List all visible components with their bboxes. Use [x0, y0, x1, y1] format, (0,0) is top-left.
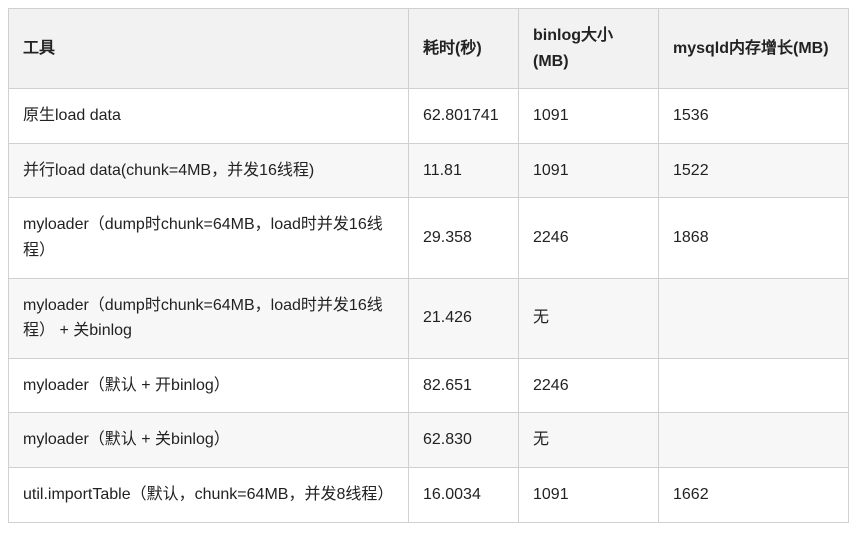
header-mem: mysqld内存增长(MB) [659, 9, 849, 89]
cell-time: 16.0034 [409, 467, 519, 522]
table-row: myloader（dump时chunk=64MB，load时并发16线程） 29… [9, 198, 849, 278]
cell-mem [659, 278, 849, 358]
cell-binlog: 无 [519, 413, 659, 468]
cell-tool: myloader（dump时chunk=64MB，load时并发16线程） + … [9, 278, 409, 358]
cell-tool: 原生load data [9, 89, 409, 144]
cell-binlog: 1091 [519, 143, 659, 198]
cell-tool: 并行load data(chunk=4MB，并发16线程) [9, 143, 409, 198]
cell-tool: util.importTable（默认，chunk=64MB，并发8线程） [9, 467, 409, 522]
cell-mem [659, 358, 849, 413]
cell-binlog: 2246 [519, 198, 659, 278]
table-row: 原生load data 62.801741 1091 1536 [9, 89, 849, 144]
table-row: myloader（dump时chunk=64MB，load时并发16线程） + … [9, 278, 849, 358]
cell-mem: 1522 [659, 143, 849, 198]
table-row: myloader（默认 + 开binlog） 82.651 2246 [9, 358, 849, 413]
header-time: 耗时(秒) [409, 9, 519, 89]
cell-binlog: 2246 [519, 358, 659, 413]
cell-mem: 1868 [659, 198, 849, 278]
table-header-row: 工具 耗时(秒) binlog大小(MB) mysqld内存增长(MB) [9, 9, 849, 89]
cell-tool: myloader（默认 + 关binlog） [9, 413, 409, 468]
cell-time: 62.830 [409, 413, 519, 468]
header-tool: 工具 [9, 9, 409, 89]
cell-mem [659, 413, 849, 468]
table-row: 并行load data(chunk=4MB，并发16线程) 11.81 1091… [9, 143, 849, 198]
cell-time: 29.358 [409, 198, 519, 278]
cell-tool: myloader（dump时chunk=64MB，load时并发16线程） [9, 198, 409, 278]
table-row: util.importTable（默认，chunk=64MB，并发8线程） 16… [9, 467, 849, 522]
header-binlog: binlog大小(MB) [519, 9, 659, 89]
cell-binlog: 1091 [519, 467, 659, 522]
comparison-table: 工具 耗时(秒) binlog大小(MB) mysqld内存增长(MB) 原生l… [8, 8, 849, 523]
cell-time: 21.426 [409, 278, 519, 358]
cell-binlog: 1091 [519, 89, 659, 144]
cell-tool: myloader（默认 + 开binlog） [9, 358, 409, 413]
cell-binlog: 无 [519, 278, 659, 358]
cell-time: 11.81 [409, 143, 519, 198]
table-row: myloader（默认 + 关binlog） 62.830 无 [9, 413, 849, 468]
cell-mem: 1662 [659, 467, 849, 522]
cell-mem: 1536 [659, 89, 849, 144]
cell-time: 82.651 [409, 358, 519, 413]
cell-time: 62.801741 [409, 89, 519, 144]
